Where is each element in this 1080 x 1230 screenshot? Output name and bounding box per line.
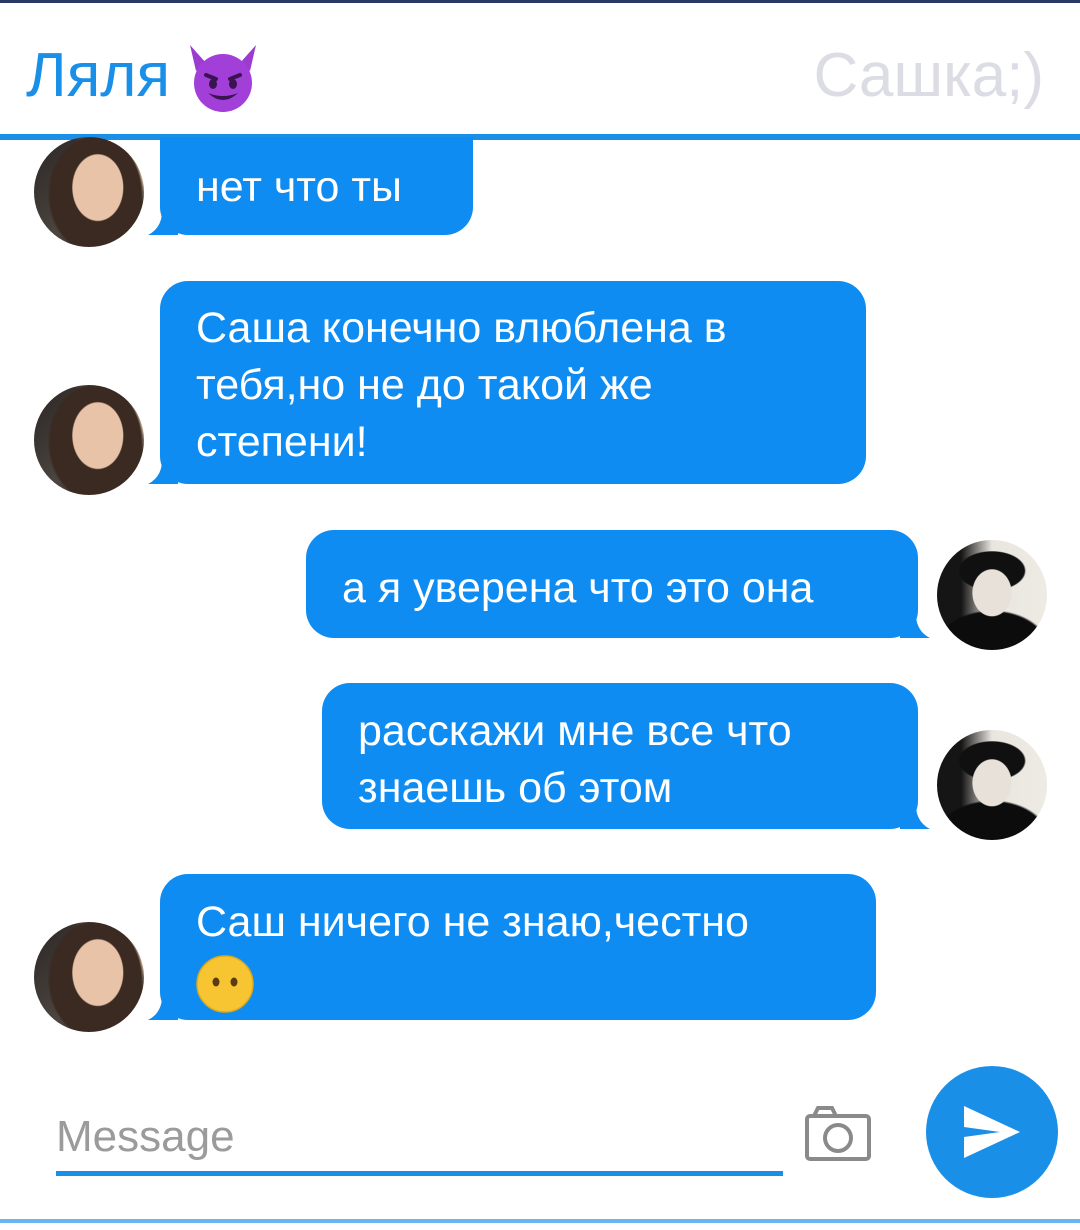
bubble-tail bbox=[900, 799, 930, 829]
contact-name[interactable]: Ляля bbox=[26, 41, 170, 111]
smiling-devil-icon bbox=[190, 45, 256, 112]
message-bubble-incoming[interactable]: Саш ничего не знаю,честно bbox=[148, 874, 876, 1020]
tab-other-chat[interactable]: Сашка;) bbox=[813, 41, 1044, 111]
camera-icon[interactable] bbox=[804, 1104, 872, 1162]
bubble-tail bbox=[900, 608, 930, 638]
contact-avatar[interactable] bbox=[34, 922, 144, 1032]
bubble-tail bbox=[148, 205, 178, 235]
input-underline bbox=[56, 1171, 783, 1176]
contact-avatar[interactable] bbox=[34, 385, 144, 495]
chat-header: Ляля Сашка;) bbox=[0, 3, 1080, 136]
neutral-face-icon bbox=[196, 955, 254, 1013]
contact-avatar[interactable] bbox=[34, 137, 144, 247]
user-avatar[interactable] bbox=[937, 540, 1047, 650]
user-avatar[interactable] bbox=[937, 730, 1047, 840]
message-bubble-incoming[interactable]: нет что ты bbox=[148, 137, 473, 235]
bubble-tail bbox=[148, 990, 178, 1020]
bottom-border bbox=[0, 1219, 1080, 1223]
message-bubble-outgoing[interactable]: расскажи мне все что знаешь об этом bbox=[322, 683, 930, 829]
send-button[interactable] bbox=[926, 1066, 1058, 1198]
message-text: Саш ничего не знаю,честно bbox=[196, 898, 749, 946]
message-input[interactable] bbox=[56, 1106, 782, 1168]
send-icon bbox=[964, 1106, 1020, 1158]
message-text: Саша конечно влюблена в тебя,но не до та… bbox=[196, 304, 727, 466]
message-text: а я уверена что это она bbox=[342, 564, 814, 612]
bubble-tail bbox=[148, 454, 178, 484]
message-text: расскажи мне все что знаешь об этом bbox=[358, 707, 792, 812]
message-text: нет что ты bbox=[196, 163, 402, 211]
message-bubble-incoming[interactable]: Саша конечно влюблена в тебя,но не до та… bbox=[148, 281, 866, 484]
message-bubble-outgoing[interactable]: а я уверена что это она bbox=[306, 530, 930, 638]
